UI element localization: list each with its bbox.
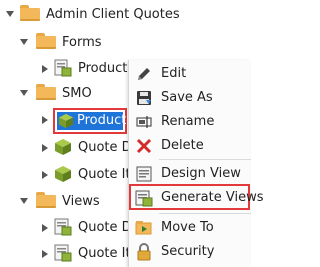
view-icon (54, 218, 72, 236)
expand-arrow-icon[interactable] (6, 11, 14, 17)
collapse-arrow-icon[interactable] (42, 144, 48, 152)
menu-item-label: Move To (161, 220, 214, 235)
menu-item-label: Rename (161, 114, 215, 129)
delete-x-icon (136, 138, 152, 154)
move-to-folder-icon (135, 221, 152, 235)
menu-item-label: Security (161, 244, 215, 259)
menu-item-generate-views[interactable]: Generate Views (129, 186, 263, 210)
menu-item-label: Edit (161, 66, 187, 81)
menu-separator (159, 213, 251, 214)
save-icon (137, 91, 151, 105)
menu-item-security[interactable]: Security (129, 240, 251, 264)
tree-label: Product (77, 113, 127, 128)
form-icon (54, 59, 72, 77)
smartobject-icon (55, 139, 71, 155)
folder-icon (36, 33, 56, 49)
tree-root-admin-client-quotes[interactable]: Admin Client Quotes (0, 3, 250, 29)
collapse-arrow-icon[interactable] (42, 250, 48, 258)
menu-item-edit[interactable]: Edit (129, 62, 251, 86)
menu-separator (159, 159, 251, 160)
folder-icon (20, 5, 40, 21)
menu-item-delete[interactable]: Delete (129, 134, 251, 158)
selection-highlight: Product (53, 108, 127, 134)
menu-item-rename[interactable]: Rename (129, 110, 251, 134)
tree-label: Products (78, 61, 135, 76)
generate-views-icon (135, 190, 153, 207)
expand-arrow-icon[interactable] (20, 90, 28, 96)
menu-item-design-view[interactable]: Design View (129, 162, 251, 186)
menu-item-save-as[interactable]: Save As (129, 86, 251, 110)
expand-arrow-icon[interactable] (20, 39, 28, 45)
tree-label: Views (62, 194, 100, 209)
collapse-arrow-icon[interactable] (42, 224, 48, 232)
menu-item-label: Generate Views (161, 190, 264, 205)
folder-icon (36, 84, 56, 100)
menu-item-label: Design View (161, 166, 241, 181)
menu-item-move-to[interactable]: Move To (129, 216, 251, 240)
tree-label: Forms (62, 35, 102, 50)
expand-arrow-icon[interactable] (20, 198, 28, 204)
smartobject-icon (58, 113, 74, 129)
rename-icon (136, 116, 152, 128)
tree-folder-forms[interactable]: Forms (0, 31, 250, 57)
tree-label: Admin Client Quotes (46, 7, 180, 22)
folder-icon (36, 192, 56, 208)
context-menu: Edit Save As Rename Delete Design View G… (128, 60, 263, 267)
view-icon (54, 244, 72, 262)
design-view-icon (136, 166, 152, 182)
menu-item-label: Save As (161, 90, 213, 105)
lock-icon (137, 243, 151, 261)
collapse-arrow-icon[interactable] (42, 116, 48, 124)
collapse-arrow-icon[interactable] (42, 65, 48, 73)
pencil-icon (138, 68, 150, 80)
smartobject-icon (55, 166, 71, 182)
collapse-arrow-icon[interactable] (42, 171, 48, 179)
menu-item-label: Delete (161, 138, 204, 153)
tree-label: SMO (62, 86, 92, 101)
